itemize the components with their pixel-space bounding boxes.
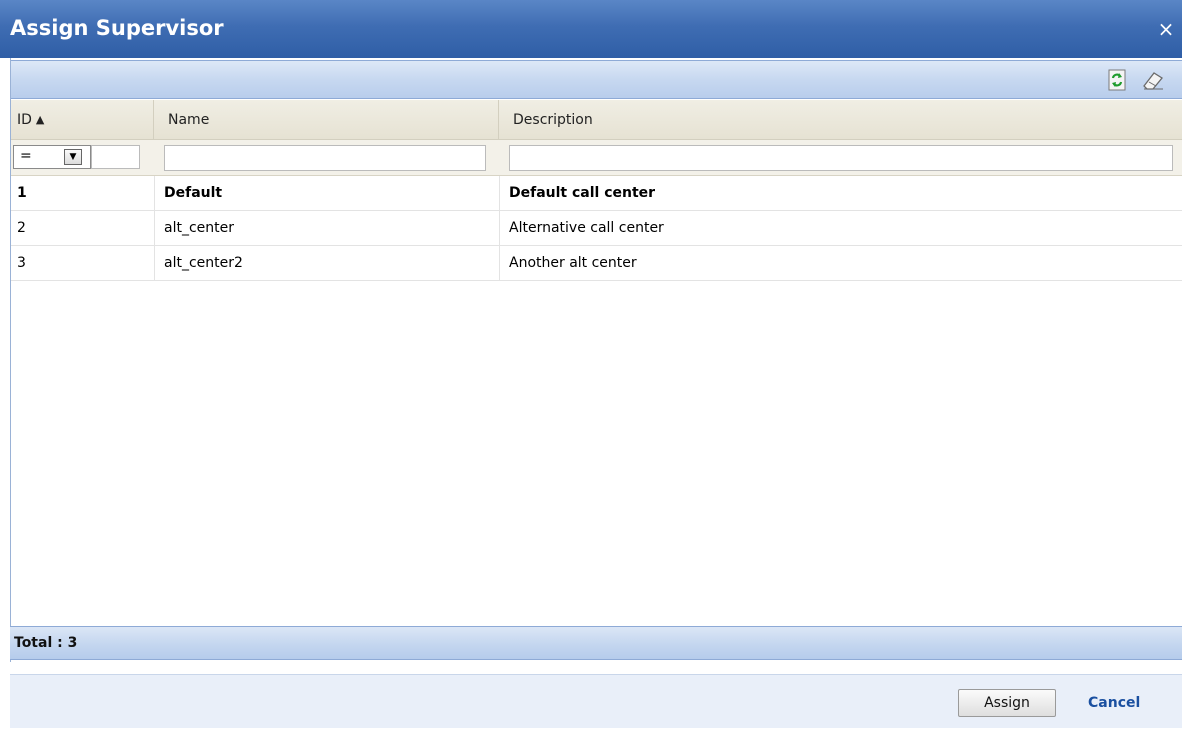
cell-divider	[154, 176, 155, 211]
sort-ascending-icon: ▲	[35, 113, 45, 126]
cell-divider	[154, 211, 155, 246]
row-id-cell: 3	[17, 255, 26, 271]
grid-footer: Total : 3	[10, 626, 1182, 660]
cell-divider	[154, 246, 155, 281]
supervisor-grid: ID ▲ Name Description = ▼ 1 Default Defau…	[10, 58, 1182, 662]
row-description-cell: Default call center	[509, 185, 656, 201]
row-name-cell: alt_center2	[164, 255, 243, 271]
title-bar: Assign Supervisor ×	[0, 0, 1182, 58]
table-row[interactable]: 3 alt_center2 Another alt center	[11, 246, 1182, 281]
cell-divider	[499, 176, 500, 211]
eraser-icon[interactable]	[1141, 69, 1163, 91]
table-row[interactable]: 1 Default Default call center	[11, 176, 1182, 211]
column-header-id-label: ID	[17, 112, 32, 128]
row-name-cell: alt_center	[164, 220, 234, 236]
dialog-button-bar: Assign Cancel	[10, 674, 1182, 728]
row-id-cell: 2	[17, 220, 26, 236]
total-count: Total : 3	[14, 635, 78, 651]
grid-toolbar	[11, 60, 1182, 99]
id-operator-select[interactable]: = ▼	[13, 145, 91, 169]
id-operator-value: =	[20, 148, 32, 164]
close-icon[interactable]: ×	[1156, 18, 1176, 40]
filter-row: = ▼	[11, 140, 1182, 176]
table-row[interactable]: 2 alt_center Alternative call center	[11, 211, 1182, 246]
column-header-name[interactable]: Name	[154, 100, 499, 140]
dropdown-arrow-icon[interactable]: ▼	[64, 149, 82, 165]
assign-supervisor-dialog: Assign Supervisor × ID ▲ Name Descriptio…	[0, 0, 1182, 731]
row-description-cell: Another alt center	[509, 255, 637, 271]
row-name-cell: Default	[164, 185, 223, 201]
cell-divider	[499, 246, 500, 281]
row-id-cell: 1	[17, 185, 27, 201]
cancel-link[interactable]: Cancel	[1088, 689, 1140, 717]
row-description-cell: Alternative call center	[509, 220, 664, 236]
column-header-row: ID ▲ Name Description	[11, 100, 1182, 140]
column-header-description-label: Description	[513, 112, 593, 128]
cell-divider	[499, 211, 500, 246]
column-header-name-label: Name	[168, 112, 210, 128]
column-header-id[interactable]: ID ▲	[11, 100, 154, 140]
name-filter-input[interactable]	[164, 145, 486, 171]
assign-button[interactable]: Assign	[958, 689, 1056, 717]
column-header-description[interactable]: Description	[499, 100, 1182, 140]
refresh-icon[interactable]	[1107, 69, 1129, 91]
description-filter-input[interactable]	[509, 145, 1173, 171]
id-filter-input[interactable]	[91, 145, 140, 169]
dialog-title: Assign Supervisor	[10, 16, 224, 40]
